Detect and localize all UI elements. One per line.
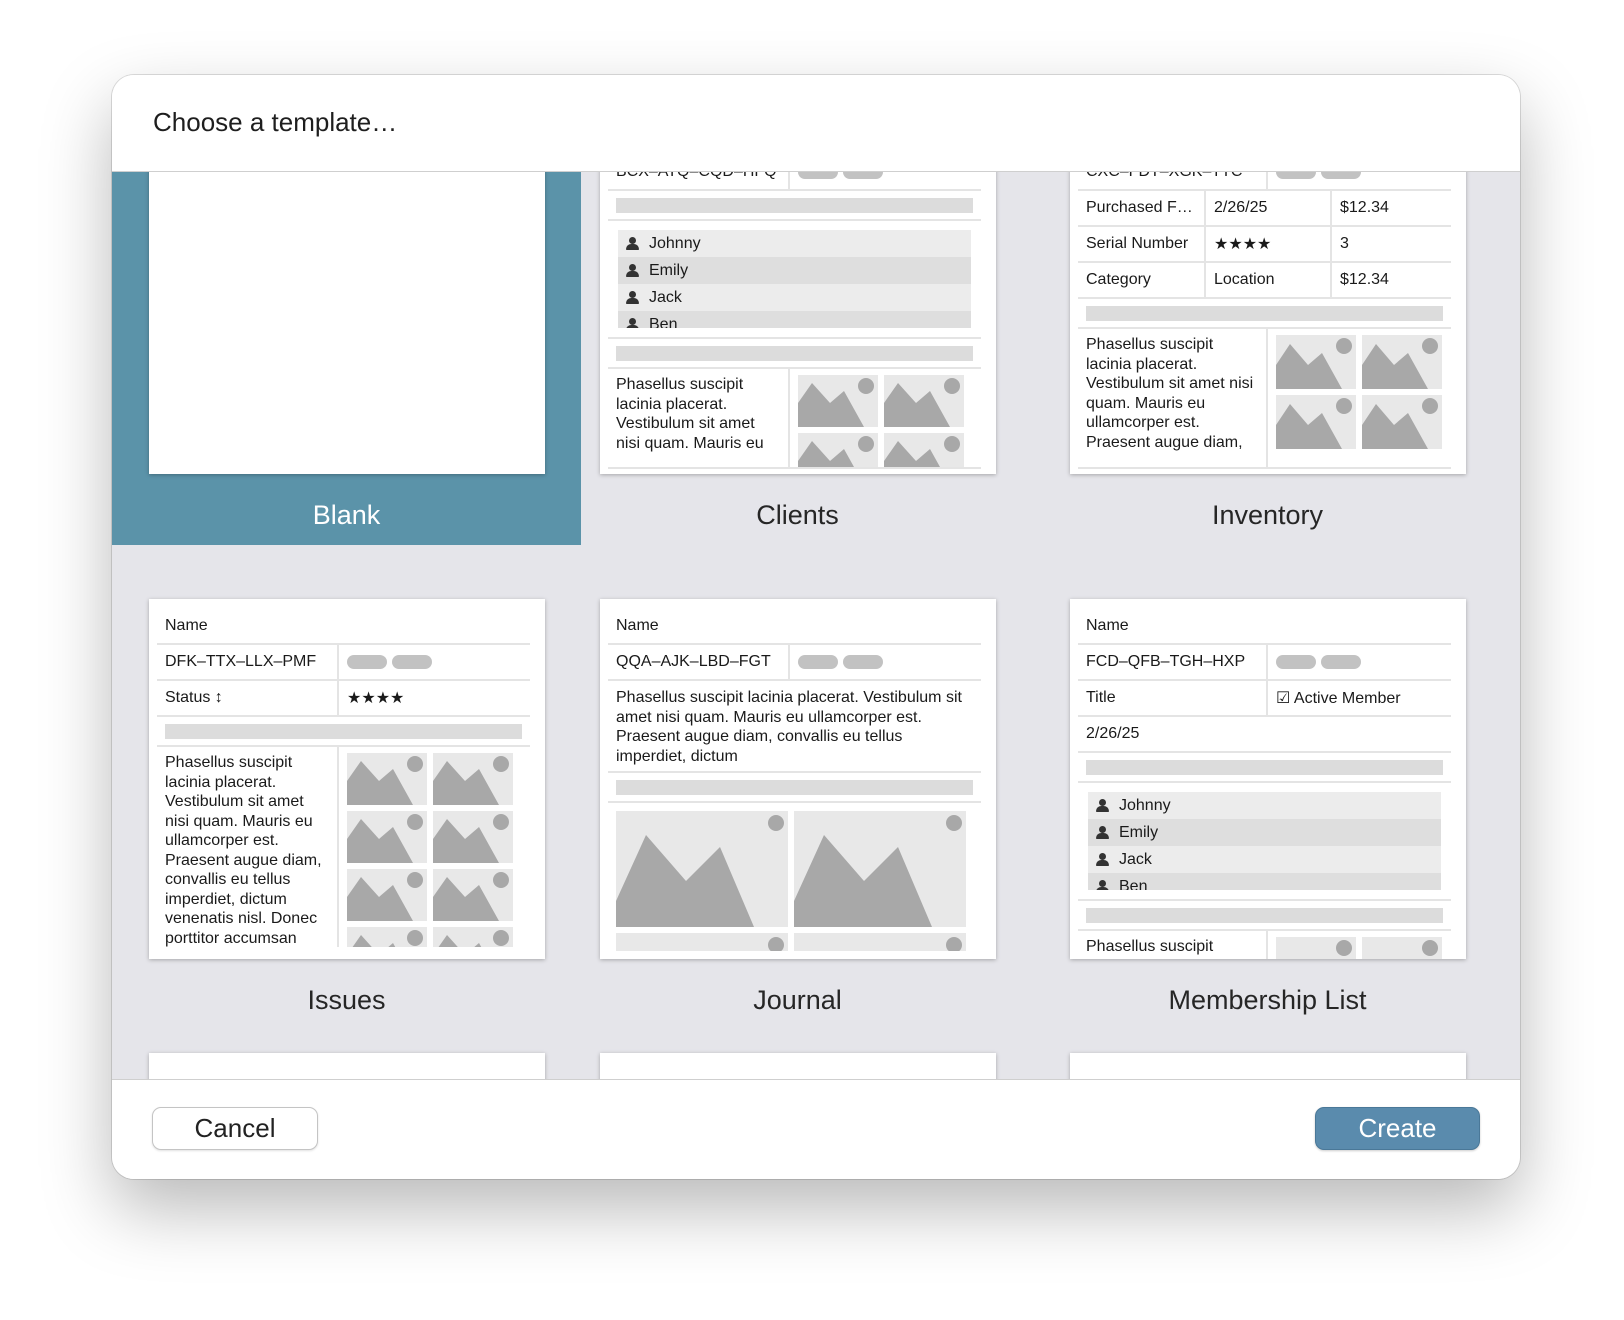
- image-placeholder-icon: [1362, 395, 1442, 449]
- image-placeholder-icon: [884, 375, 964, 427]
- notes-text: Phasellus suscipit lacinia placerat. Ves…: [165, 754, 322, 947]
- template-journal[interactable]: Name QQA–AJK–LBD–FGT Phasellus suscipit …: [563, 599, 1032, 1015]
- list-item: Emily: [1088, 819, 1441, 846]
- person-icon: [1096, 852, 1109, 867]
- template-label: Journal: [753, 985, 842, 1015]
- record-code: CXC–FDT–XGK–TTC: [1078, 172, 1266, 189]
- cancel-button[interactable]: Cancel: [152, 1107, 318, 1150]
- image-placeholder-icon: [794, 933, 966, 951]
- list-item: Jack: [618, 284, 971, 311]
- notes-text: Phasellus suscipit lacinia placerat. Ves…: [616, 376, 764, 452]
- image-placeholder-icon: [884, 433, 964, 467]
- record-code: BCX–ATQ–CQD–HFQ: [608, 172, 788, 189]
- image-placeholder-icon: [798, 433, 878, 467]
- person-icon: [1096, 798, 1109, 813]
- template-blank[interactable]: Blank: [112, 172, 581, 545]
- image-placeholder-icon: [1362, 937, 1442, 959]
- image-placeholder-icon: [1276, 395, 1356, 449]
- template-label: Clients: [756, 500, 839, 530]
- image-placeholder-icon: [433, 811, 513, 863]
- template-thumbnail: Name QQA–AJK–LBD–FGT Phasellus suscipit …: [600, 599, 996, 959]
- dialog-title: Choose a template…: [153, 107, 398, 137]
- image-placeholder-icon: [433, 753, 513, 805]
- list-item: Johnny: [1088, 792, 1441, 819]
- person-icon: [626, 263, 639, 278]
- image-placeholder-icon: [347, 753, 427, 805]
- template-clients[interactable]: BCX–ATQ–CQD–HFQ Johnny Emily Jack Ben Ph…: [563, 172, 1032, 539]
- template-thumbnail[interactable]: [1070, 1053, 1466, 1079]
- image-placeholder-icon: [1362, 335, 1442, 389]
- journal-text: Phasellus suscipit lacinia placerat. Ves…: [608, 681, 981, 773]
- image-placeholder-icon: [433, 927, 513, 947]
- template-thumbnail: BCX–ATQ–CQD–HFQ Johnny Emily Jack Ben Ph…: [600, 172, 996, 474]
- template-label: Inventory: [1211, 500, 1324, 530]
- template-grid[interactable]: Blank BCX–ATQ–CQD–HFQ Johnny Emily Jack …: [112, 172, 1520, 1079]
- image-placeholder-icon: [798, 375, 878, 427]
- template-issues[interactable]: Name DFK–TTX–LLX–PMF Status ↕ ★★★★ Phasel…: [112, 599, 581, 1015]
- template-dialog: Choose a template… Blank BCX–ATQ–CQD–HFQ…: [112, 75, 1520, 1179]
- image-placeholder-icon: [1276, 937, 1356, 959]
- image-placeholder-icon: [616, 811, 788, 927]
- template-membership-list[interactable]: Name FCD–QFB–TGH–HXP Title ☑ Active Membe…: [1033, 599, 1502, 1015]
- template-label: Issues: [307, 985, 386, 1015]
- image-placeholder-icon: [794, 811, 966, 927]
- notes-text: Phasellus suscipit: [1086, 938, 1214, 955]
- active-member-checkbox: ☑ Active Member: [1266, 681, 1401, 715]
- image-placeholder-icon: [347, 811, 427, 863]
- person-icon: [626, 236, 639, 251]
- rating-stars: ★★★★: [337, 681, 404, 715]
- image-placeholder-icon: [433, 869, 513, 921]
- template-label: Membership List: [1168, 985, 1367, 1015]
- notes-text: Phasellus suscipit lacinia placerat. Ves…: [1086, 336, 1254, 451]
- list-item: Johnny: [618, 230, 971, 257]
- person-icon: [626, 317, 639, 328]
- list-item: Emily: [618, 257, 971, 284]
- image-placeholder-icon: [616, 933, 788, 951]
- person-icon: [1096, 879, 1109, 890]
- template-thumbnail: Name FCD–QFB–TGH–HXP Title ☑ Active Membe…: [1070, 599, 1466, 959]
- template-thumbnail[interactable]: [600, 1053, 996, 1079]
- record-code: FCD–QFB–TGH–HXP: [1086, 653, 1246, 670]
- person-icon: [626, 290, 639, 305]
- template-thumbnail: CXC–FDT–XGK–TTC Purchased F…2/26/25$12.3…: [1070, 172, 1466, 474]
- person-icon: [1096, 825, 1109, 840]
- list-item: Jack: [1088, 846, 1441, 873]
- record-code: DFK–TTX–LLX–PMF: [165, 653, 317, 670]
- image-placeholder-icon: [1276, 335, 1356, 389]
- image-placeholder-icon: [347, 927, 427, 947]
- template-label: Blank: [312, 500, 381, 530]
- dialog-header: Choose a template…: [112, 75, 1520, 172]
- list-item: Ben: [1088, 873, 1441, 890]
- image-placeholder-icon: [347, 869, 427, 921]
- dialog-footer: Cancel Create: [112, 1079, 1520, 1179]
- create-button[interactable]: Create: [1315, 1107, 1480, 1150]
- list-item: Ben: [618, 311, 971, 328]
- template-inventory[interactable]: CXC–FDT–XGK–TTC Purchased F…2/26/25$12.3…: [1033, 172, 1502, 539]
- template-thumbnail: [149, 172, 545, 474]
- template-thumbnail[interactable]: [149, 1053, 545, 1079]
- template-thumbnail: Name DFK–TTX–LLX–PMF Status ↕ ★★★★ Phasel…: [149, 599, 545, 959]
- record-code: QQA–AJK–LBD–FGT: [616, 653, 771, 670]
